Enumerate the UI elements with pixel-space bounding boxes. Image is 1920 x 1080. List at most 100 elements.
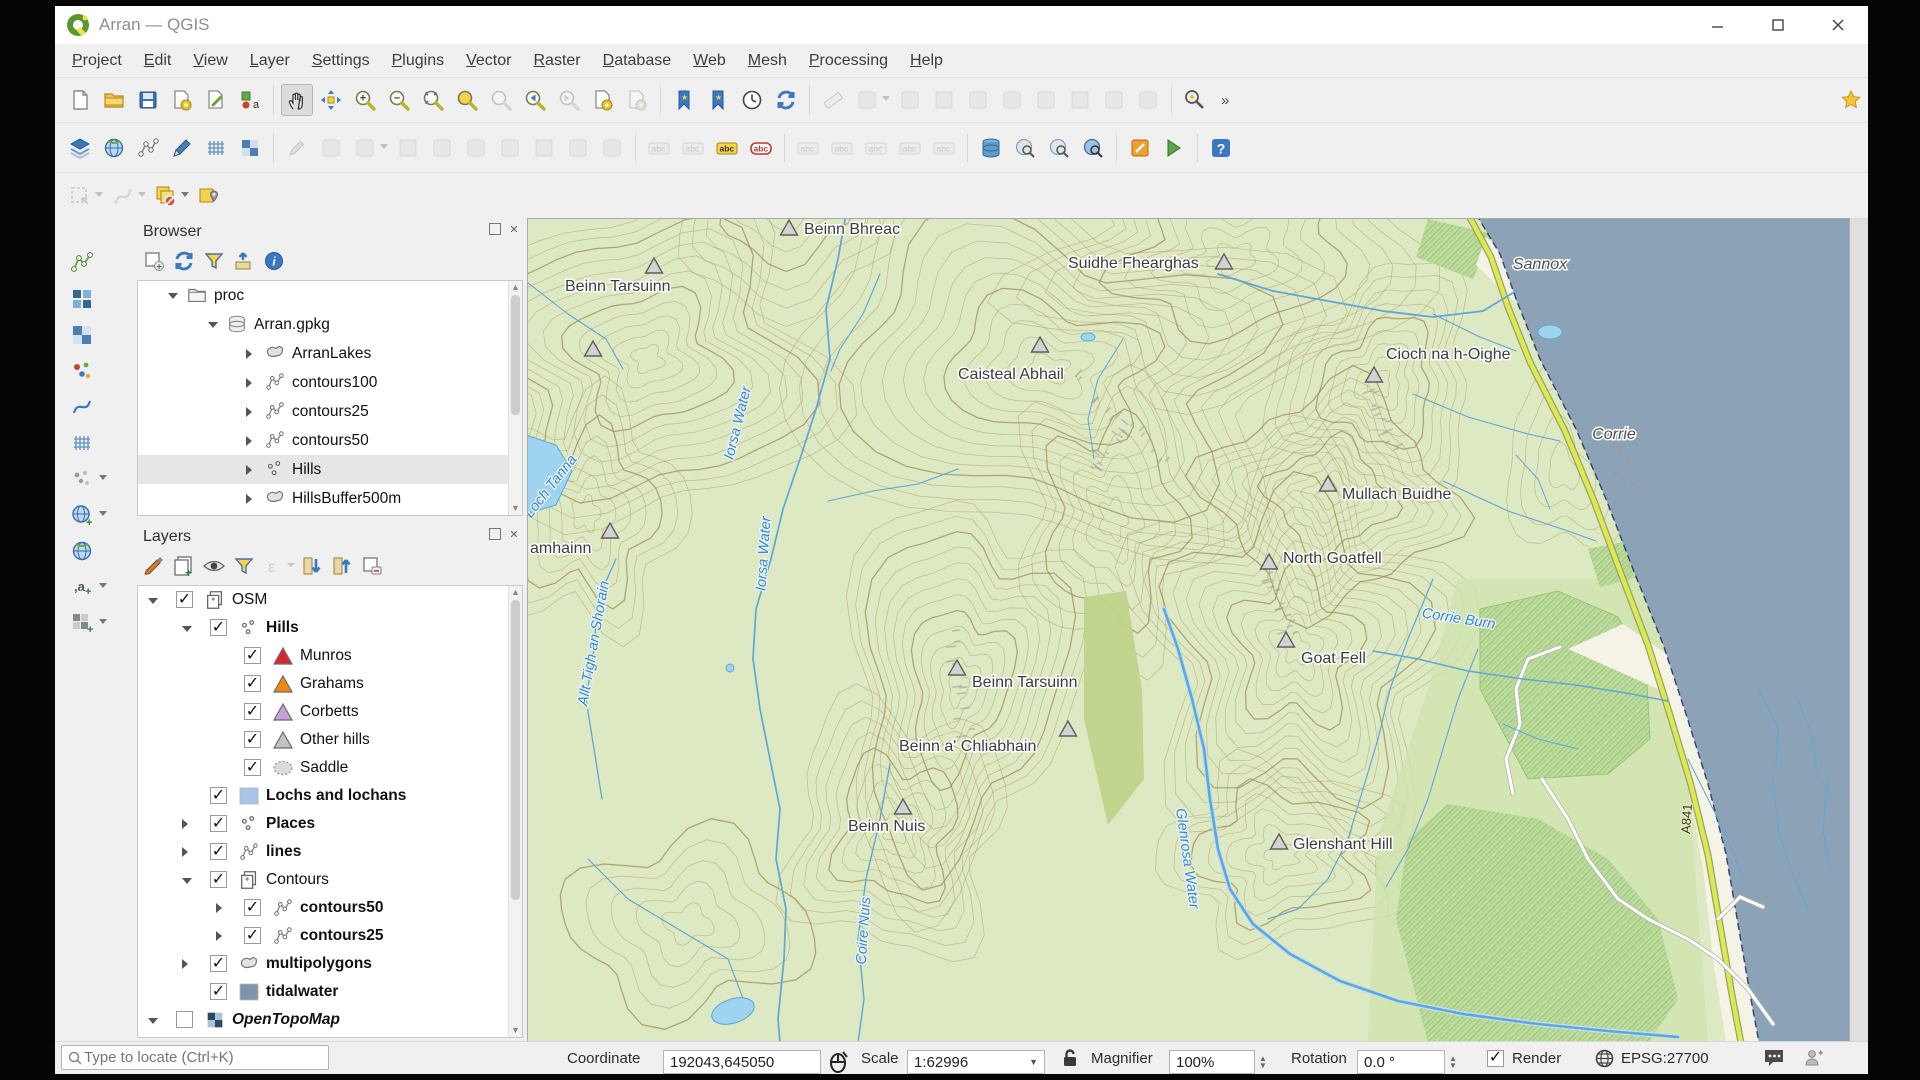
- expander-right-icon[interactable]: [246, 436, 252, 446]
- expander-right-icon[interactable]: [246, 407, 252, 417]
- expander-right-icon[interactable]: [182, 847, 188, 857]
- lock-scale-icon[interactable]: [1061, 1042, 1079, 1074]
- layers-float-icon[interactable]: [489, 528, 501, 540]
- menu-plugins[interactable]: Plugins: [381, 48, 455, 74]
- menu-web[interactable]: Web: [682, 48, 737, 74]
- new-vector-layer-icon[interactable]: [67, 248, 97, 278]
- add-selected-layers-icon[interactable]: +: [141, 248, 167, 274]
- layer-row-contours25[interactable]: ✓contours25: [138, 922, 522, 950]
- browser-scrollbar[interactable]: ▲▼: [508, 281, 522, 515]
- remove-layer-icon[interactable]: [359, 553, 385, 579]
- collapse-all-icon[interactable]: [231, 248, 257, 274]
- menu-processing[interactable]: Processing: [798, 48, 899, 74]
- map-canvas[interactable]: Iorsa WaterIorsa WaterLoch TannaAllt Tig…: [527, 218, 1850, 1042]
- coordinate-value[interactable]: 192043,645050: [663, 1050, 821, 1074]
- project-save-icon[interactable]: [132, 84, 164, 116]
- browser-row-hills[interactable]: Hills: [138, 455, 522, 484]
- expander-right-icon[interactable]: [216, 931, 222, 941]
- web-service2-icon[interactable]: [1077, 132, 1109, 164]
- visibility-checkbox[interactable]: ✓: [210, 787, 227, 804]
- visibility-checkbox[interactable]: ✓: [244, 675, 261, 692]
- project-new-icon[interactable]: [64, 84, 96, 116]
- render-checkbox[interactable]: ✓: [1487, 1050, 1504, 1067]
- zoom-in-icon[interactable]: +: [349, 84, 381, 116]
- layer-row-saddle[interactable]: ✓Saddle: [138, 754, 522, 782]
- menu-settings[interactable]: Settings: [301, 48, 381, 74]
- new-map-view-icon[interactable]: [587, 84, 619, 116]
- browser-row-arranlakes[interactable]: ArranLakes: [138, 339, 522, 368]
- visibility-checkbox[interactable]: ✓: [210, 843, 227, 860]
- zoom-full-icon[interactable]: [417, 84, 449, 116]
- open-layer-styling-icon[interactable]: [141, 553, 167, 579]
- temporal-controller-icon[interactable]: [736, 84, 768, 116]
- layer-row-other-hills[interactable]: ✓Other hills: [138, 726, 522, 754]
- add-mesh-layer-icon[interactable]: [200, 132, 232, 164]
- new-gpkg-layer-icon[interactable]: [67, 284, 97, 314]
- zoom-out-icon[interactable]: −: [383, 84, 415, 116]
- expander-down-icon[interactable]: [182, 878, 192, 884]
- add-group-icon[interactable]: +: [171, 553, 197, 579]
- datasource-manager-icon[interactable]: [64, 132, 96, 164]
- filter-legend-icon[interactable]: [231, 553, 257, 579]
- manage-themes-icon[interactable]: [201, 553, 227, 579]
- close-button[interactable]: [1808, 6, 1868, 44]
- new-spatialite-icon[interactable]: [67, 356, 97, 386]
- layer-row-corbetts[interactable]: ✓Corbetts: [138, 698, 522, 726]
- expander-right-icon[interactable]: [246, 494, 252, 504]
- crs-globe-icon[interactable]: [1595, 1042, 1614, 1074]
- maximize-button[interactable]: [1748, 6, 1808, 44]
- layer-row-places[interactable]: ✓Places: [138, 810, 522, 838]
- toolbar-overflow-icon[interactable]: »: [1213, 84, 1245, 116]
- browser-row-contours50[interactable]: contours50: [138, 426, 522, 455]
- news-icon[interactable]: ✦: [1803, 1042, 1823, 1074]
- visibility-checkbox[interactable]: ✓: [210, 815, 227, 832]
- expander-right-icon[interactable]: [246, 349, 252, 359]
- visibility-checkbox[interactable]: ✓: [210, 871, 227, 888]
- browser-row-contours25[interactable]: contours25: [138, 397, 522, 426]
- visibility-checkbox[interactable]: ✓: [176, 591, 193, 608]
- add-wms-icon[interactable]: +: [67, 500, 97, 530]
- browser-row-contours100[interactable]: contours100: [138, 368, 522, 397]
- expander-down-icon[interactable]: [182, 626, 192, 632]
- pan-map-icon[interactable]: [281, 84, 313, 116]
- expander-down-icon[interactable]: [148, 1018, 158, 1024]
- menu-vector[interactable]: Vector: [455, 48, 522, 74]
- scale-combo[interactable]: 1:62996 ▼: [907, 1050, 1045, 1074]
- layer-row-lines[interactable]: ✓lines: [138, 838, 522, 866]
- layer-row-contours50[interactable]: ✓contours50: [138, 894, 522, 922]
- zoom-to-selection-icon[interactable]: [451, 84, 483, 116]
- layer-row-tidalwater[interactable]: ✓tidalwater: [138, 978, 522, 1006]
- layers-close-icon[interactable]: ✕: [507, 528, 521, 542]
- add-vector-layer-icon[interactable]: [98, 132, 130, 164]
- locator-box[interactable]: [61, 1045, 329, 1070]
- locator-input[interactable]: [82, 1048, 306, 1067]
- deselect-all-layers-icon[interactable]: [150, 180, 182, 212]
- visibility-checkbox[interactable]: ✓: [244, 647, 261, 664]
- pan-to-selection-icon[interactable]: [315, 84, 347, 116]
- filter-browser-icon[interactable]: [201, 248, 227, 274]
- new-mesh-icon[interactable]: [67, 428, 97, 458]
- layer-row-munros[interactable]: ✓Munros: [138, 642, 522, 670]
- browser-row-arran.gpkg[interactable]: Arran.gpkg: [138, 310, 522, 339]
- favorites-icon[interactable]: [1835, 84, 1867, 116]
- layer-diagram-icon[interactable]: abc: [745, 132, 777, 164]
- layer-row-grahams[interactable]: ✓Grahams: [138, 670, 522, 698]
- move-label-icon[interactable]: [193, 180, 225, 212]
- new-bookmark-icon[interactable]: ★: [702, 84, 734, 116]
- visibility-checkbox[interactable]: ✓: [210, 955, 227, 972]
- project-open-icon[interactable]: [98, 84, 130, 116]
- layer-row-multipolygons[interactable]: ✓multipolygons: [138, 950, 522, 978]
- web-service1-icon[interactable]: [1043, 132, 1075, 164]
- new-print-layout-icon[interactable]: [166, 84, 198, 116]
- add-arcgis-icon[interactable]: +: [67, 608, 97, 638]
- expander-down-icon[interactable]: [208, 322, 218, 328]
- new-virtual-layer-icon[interactable]: [67, 392, 97, 422]
- browser-float-icon[interactable]: [489, 223, 501, 235]
- menu-raster[interactable]: Raster: [522, 48, 591, 74]
- add-line-icon[interactable]: [166, 132, 198, 164]
- expand-all-icon[interactable]: [299, 553, 325, 579]
- layer-row-osm[interactable]: ✓OSM: [138, 586, 522, 614]
- visibility-checkbox[interactable]: ✓: [210, 619, 227, 636]
- vector-tile-layer-icon[interactable]: [234, 132, 266, 164]
- browser-row-proc[interactable]: proc: [138, 281, 522, 310]
